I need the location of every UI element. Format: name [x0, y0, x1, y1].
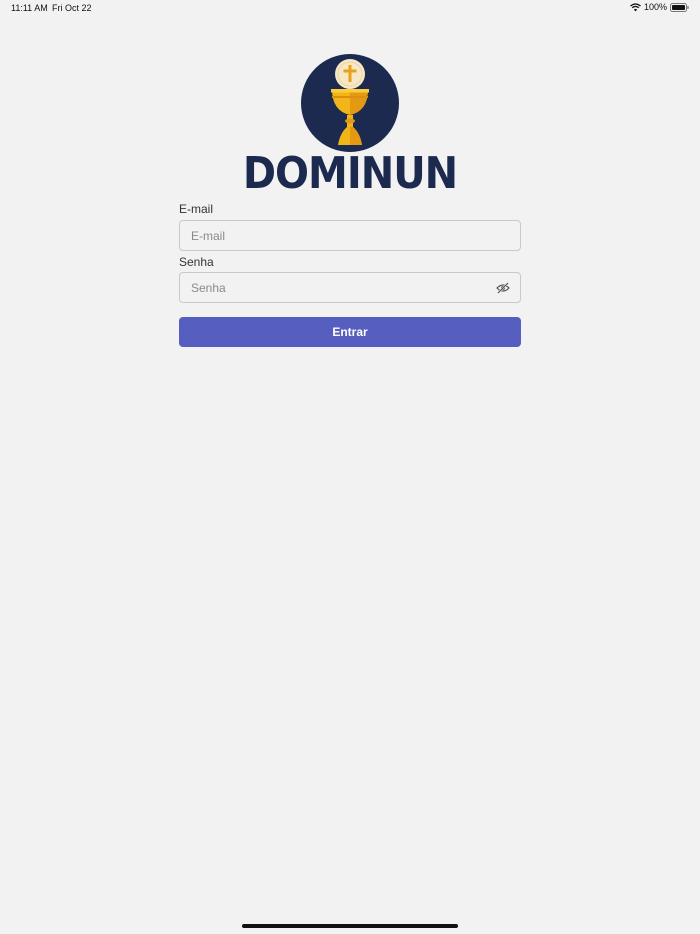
status-bar: 11:11 AM Fri Oct 22 100% [0, 0, 700, 18]
password-input[interactable] [180, 273, 491, 302]
brand-wordmark: DOMINUN [242, 149, 458, 199]
status-indicators: 100% [630, 2, 689, 12]
email-label: E-mail [179, 202, 214, 216]
home-indicator[interactable] [242, 924, 458, 928]
email-field-container[interactable] [179, 220, 521, 251]
wifi-icon [630, 2, 641, 12]
password-label: Senha [179, 255, 214, 269]
status-time: 11:11 AM [11, 3, 48, 13]
email-input[interactable] [180, 221, 491, 250]
eye-off-icon[interactable] [496, 281, 510, 295]
battery-percent: 100% [643, 2, 667, 12]
password-field-container[interactable] [179, 272, 521, 303]
status-date: Fri Oct 22 [52, 3, 92, 13]
battery-icon [670, 2, 689, 12]
login-button[interactable]: Entrar [179, 317, 521, 347]
chalice-host-icon [300, 53, 400, 153]
